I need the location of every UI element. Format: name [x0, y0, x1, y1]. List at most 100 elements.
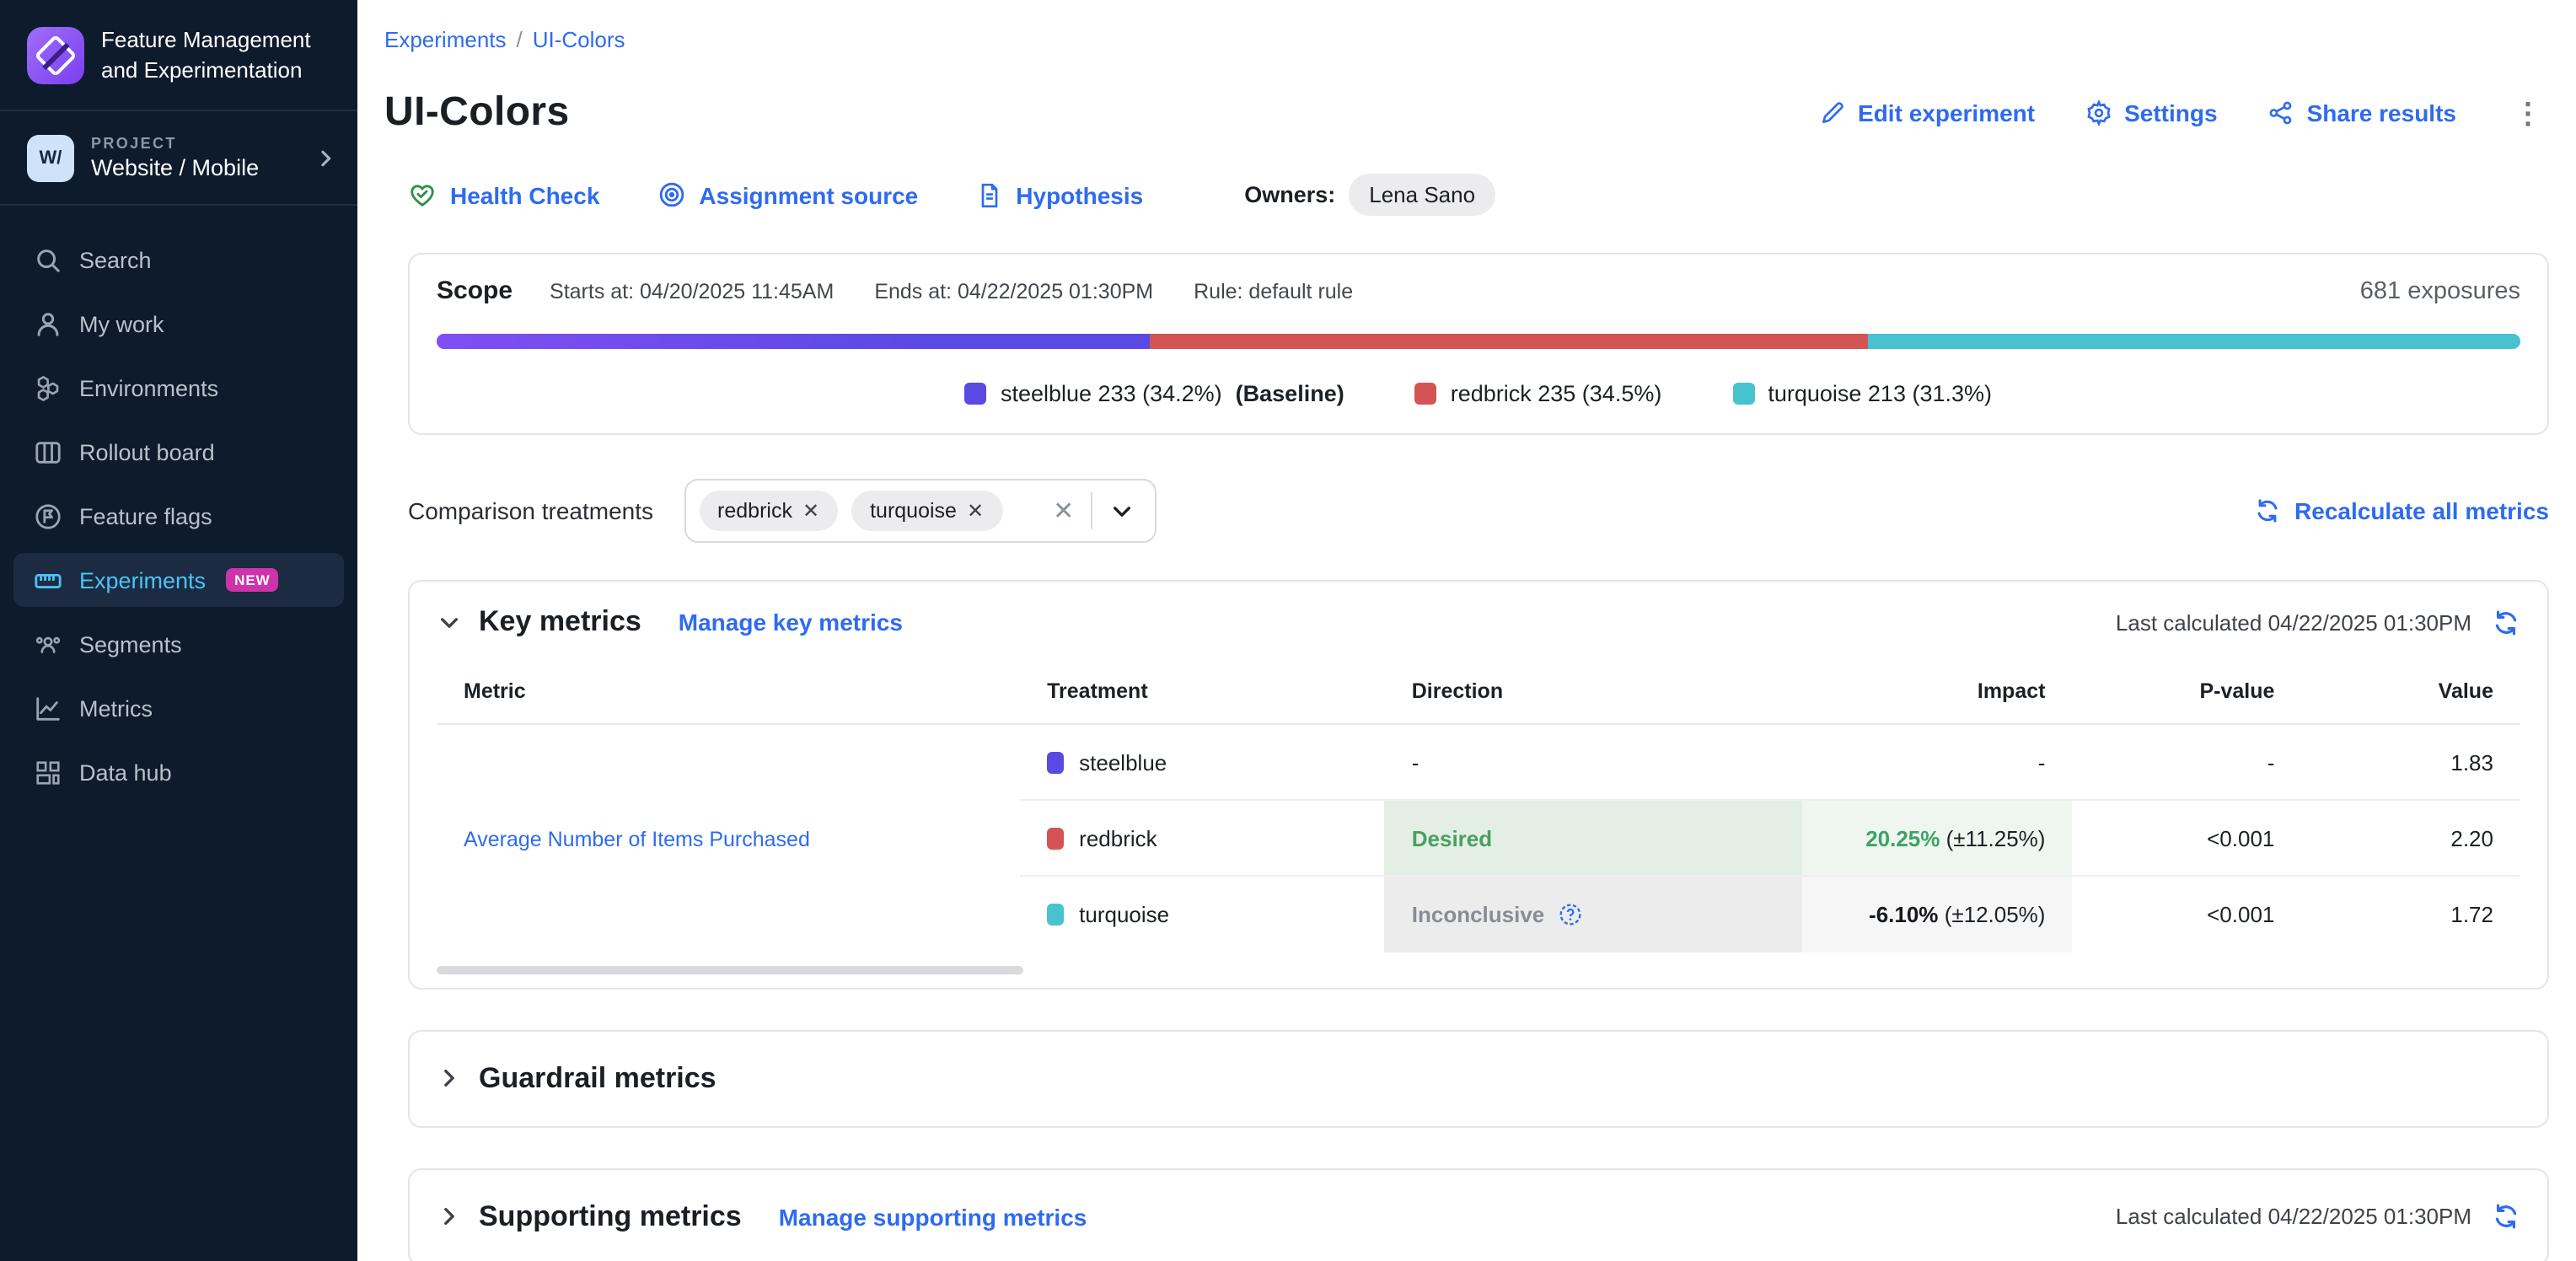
sidebar-item-label: Feature flags — [79, 503, 212, 529]
manage-supporting-metrics-link[interactable]: Manage supporting metrics — [779, 1203, 1087, 1230]
sidebar-nav: Search My work Environments Rollout boar… — [0, 206, 357, 809]
grid-icon — [34, 758, 62, 786]
treatment-name: steelblue — [1079, 749, 1167, 775]
sidebar-item-feature-flags[interactable]: Feature flags — [13, 489, 344, 543]
scope-title: Scope — [437, 276, 513, 305]
key-metrics-table: Metric Treatment Direction Impact P-valu… — [437, 663, 2520, 952]
sidebar-item-metrics[interactable]: Metrics — [13, 681, 344, 735]
pvalue-cell: <0.001 — [2072, 800, 2301, 876]
more-options-kebab-icon[interactable]: ⋮ — [2507, 99, 2549, 127]
key-metrics-title: Key metrics — [479, 605, 641, 639]
pencil-icon — [1819, 99, 1846, 126]
refresh-icon[interactable] — [2492, 608, 2520, 636]
chip-label: redbrick — [717, 499, 792, 523]
sidebar-item-environments[interactable]: Environments — [13, 361, 344, 415]
sidebar-item-my-work[interactable]: My work — [13, 297, 344, 351]
sidebar-item-label: Segments — [79, 631, 182, 657]
sidebar-item-data-hub[interactable]: Data hub — [13, 745, 344, 799]
clear-all-icon[interactable]: ✕ — [1053, 496, 1074, 526]
sidebar-item-segments[interactable]: Segments — [13, 617, 344, 671]
main-content: Experiments / UI-Colors UI-Colors Edit exp… — [357, 0, 2576, 1261]
sidebar-item-experiments[interactable]: Experiments NEW — [13, 553, 344, 607]
manage-key-metrics-link[interactable]: Manage key metrics — [679, 609, 903, 636]
col-value: Value — [2301, 663, 2520, 724]
exposure-distribution-bar — [437, 334, 2520, 349]
target-icon — [657, 180, 685, 209]
product-header: Feature Management and Experimentation — [0, 0, 357, 111]
impact-cell: - — [1801, 724, 2072, 800]
legend-label: redbrick 235 (34.5%) — [1451, 381, 1662, 406]
project-label: PROJECT — [91, 135, 297, 152]
people-icon — [34, 630, 62, 658]
treatment-name: redbrick — [1079, 825, 1157, 851]
key-metrics-card: Key metrics Manage key metrics Last calc… — [408, 580, 2549, 989]
remove-chip-icon[interactable]: ✕ — [802, 499, 819, 523]
refresh-icon[interactable] — [2492, 1202, 2520, 1231]
app-window: Feature Management and Experimentation W… — [0, 0, 2576, 1261]
col-direction: Direction — [1385, 663, 1801, 724]
sidebar-item-rollout-board[interactable]: Rollout board — [13, 425, 344, 479]
scope-card: Scope Starts at: 04/20/2025 11:45AM Ends… — [408, 253, 2549, 435]
health-check-link[interactable]: Health Check — [408, 180, 599, 209]
project-name: Website / Mobile — [91, 155, 297, 180]
recalculate-label: Recalculate all metrics — [2294, 497, 2549, 524]
breadcrumb-experiments-link[interactable]: Experiments — [384, 27, 507, 52]
gear-icon — [2085, 99, 2112, 126]
owner-pill[interactable]: Lena Sano — [1349, 174, 1495, 216]
pvalue-cell: - — [2072, 724, 2301, 800]
columns-icon — [34, 437, 62, 466]
split-logo-icon — [27, 26, 84, 83]
guardrail-metrics-card: Guardrail metrics — [408, 1029, 2549, 1127]
remove-chip-icon[interactable]: ✕ — [967, 499, 984, 523]
legend-item-turquoise: turquoise 213 (31.3%) — [1732, 381, 1992, 406]
breadcrumb-current-link[interactable]: UI-Colors — [533, 27, 625, 52]
breadcrumb-separator: / — [517, 27, 523, 52]
question-circle-icon[interactable] — [1558, 902, 1583, 927]
chevron-down-icon[interactable] — [1109, 498, 1135, 523]
value-cell: 1.72 — [2301, 876, 2520, 952]
direction-cell: - — [1385, 724, 1801, 800]
settings-button[interactable]: Settings — [2085, 99, 2217, 126]
supporting-metrics-title: Supporting metrics — [479, 1199, 742, 1233]
guardrail-metrics-title: Guardrail metrics — [479, 1061, 716, 1095]
distribution-legend: steelblue 233 (34.2%) (Baseline) redbric… — [437, 381, 2520, 406]
sidebar-item-label: Data hub — [79, 759, 172, 785]
share-results-button[interactable]: Share results — [2268, 99, 2456, 126]
metric-name-link[interactable]: Average Number of Items Purchased — [464, 828, 810, 851]
sidebar: Feature Management and Experimentation W… — [0, 0, 357, 1261]
steelblue-swatch — [965, 383, 987, 405]
direction-cell: Inconclusive — [1385, 876, 1801, 952]
product-name: Feature Management and Experimentation — [101, 26, 334, 84]
flag-icon — [34, 502, 62, 530]
exposures-count: 681 exposures — [2360, 277, 2520, 304]
supporting-metrics-card: Supporting metrics Manage supporting met… — [408, 1167, 2549, 1261]
search-icon — [34, 245, 62, 274]
assignment-source-link[interactable]: Assignment source — [657, 180, 918, 209]
sidebar-item-label: Search — [79, 247, 152, 272]
legend-item-redbrick: redbrick 235 (34.5%) — [1415, 381, 1662, 406]
hypothesis-link[interactable]: Hypothesis — [975, 181, 1143, 208]
recalculate-all-metrics-button[interactable]: Recalculate all metrics — [2254, 497, 2549, 524]
sidebar-item-search[interactable]: Search — [13, 233, 344, 287]
impact-cell: -6.10% (±12.05%) — [1801, 876, 2072, 952]
edit-experiment-button[interactable]: Edit experiment — [1819, 99, 2035, 126]
hypothesis-label: Hypothesis — [1016, 181, 1143, 208]
horizontal-scrollbar[interactable] — [437, 965, 1023, 974]
baseline-tag: (Baseline) — [1236, 381, 1344, 406]
expand-chevron-right-icon[interactable] — [437, 1204, 462, 1229]
col-pvalue: P-value — [2072, 663, 2301, 724]
expand-chevron-right-icon[interactable] — [437, 1065, 462, 1091]
project-switcher[interactable]: W/ PROJECT Website / Mobile — [0, 111, 357, 206]
treatment-name: turquoise — [1079, 902, 1169, 927]
treatment-swatch — [1047, 827, 1064, 849]
page-title: UI-Colors — [384, 89, 570, 137]
refresh-icon — [2254, 497, 2281, 524]
share-icon — [2268, 99, 2295, 126]
collapse-chevron-down-icon[interactable] — [437, 609, 462, 635]
direction-cell: Desired — [1385, 800, 1801, 876]
settings-label: Settings — [2124, 99, 2217, 126]
share-results-label: Share results — [2307, 99, 2456, 126]
comparison-treatments-select[interactable]: redbrick ✕ turquoise ✕ ✕ — [684, 479, 1156, 543]
select-divider — [1091, 492, 1092, 529]
turquoise-swatch — [1732, 383, 1754, 405]
